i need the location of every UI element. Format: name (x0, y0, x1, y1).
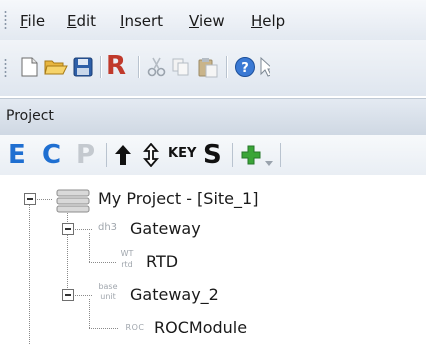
tree-connector (75, 229, 93, 230)
wt-tag-bottom: rtd (121, 260, 133, 269)
project-toolbar: E C P KEY S (0, 135, 426, 175)
cut-icon[interactable] (146, 56, 168, 78)
tree-item-gateway[interactable]: Gateway (130, 219, 201, 238)
toolbar-separator (226, 56, 227, 78)
tree-connector (29, 205, 30, 345)
tree-connector (75, 295, 93, 296)
tree-connector (89, 233, 90, 263)
add-dropdown-icon[interactable] (265, 152, 273, 166)
toolbar-separator (100, 56, 101, 78)
toolbar-separator (280, 143, 281, 167)
tree-connector (89, 299, 90, 328)
menu-file[interactable]: File (20, 12, 45, 30)
add-icon[interactable] (240, 144, 262, 166)
toolbar-grip[interactable] (4, 58, 7, 78)
paste-icon[interactable] (196, 56, 218, 78)
menu-help[interactable]: Help (251, 12, 285, 30)
svg-text:?: ? (241, 61, 249, 76)
menu-view[interactable]: View (189, 12, 225, 30)
main-toolbar: R ? (0, 40, 426, 96)
open-folder-icon[interactable] (44, 56, 68, 78)
toolbar-separator (138, 56, 139, 78)
p-button[interactable]: P (76, 140, 95, 170)
base-tag-top: base (98, 282, 118, 291)
server-stack-icon (56, 189, 90, 213)
save-icon[interactable] (72, 56, 94, 78)
r-icon[interactable]: R (106, 52, 132, 80)
c-button[interactable]: C (42, 140, 61, 170)
tree-item-gateway-2[interactable]: Gateway_2 (130, 285, 219, 304)
pointer-icon[interactable] (258, 56, 270, 78)
up-arrow-icon[interactable] (113, 143, 133, 167)
key-button[interactable]: KEY (168, 146, 196, 161)
move-updown-icon[interactable] (141, 142, 161, 168)
tree-connector (37, 199, 53, 200)
tree-item-rocmodule[interactable]: ROCModule (154, 318, 247, 337)
help-icon[interactable]: ? (234, 56, 256, 78)
menu-edit[interactable]: Edit (67, 12, 96, 30)
menu-bar: File Edit Insert View Help (0, 0, 426, 40)
new-file-icon[interactable] (18, 56, 40, 78)
root-collapse-toggle[interactable] (24, 193, 36, 205)
menu-insert[interactable]: Insert (120, 12, 163, 30)
wt-rtd-icon: WT rtd (118, 250, 136, 272)
toolbar-separator (106, 143, 107, 167)
s-button[interactable]: S (203, 140, 222, 170)
base-unit-icon: base unit (96, 283, 120, 305)
r-icon-letter: R (106, 51, 127, 81)
tree-connector (89, 328, 119, 329)
gateway-collapse-toggle[interactable] (62, 223, 74, 235)
project-tree: My Project - [Site_1] dh3 Gateway WT rtd… (0, 176, 426, 352)
dh3-icon: dh3 (98, 222, 118, 233)
e-button[interactable]: E (8, 140, 26, 170)
tree-item-rtd[interactable]: RTD (146, 252, 178, 271)
menubar-grip[interactable] (4, 10, 7, 30)
wt-tag-top: WT (120, 249, 134, 258)
copy-icon[interactable] (170, 56, 192, 78)
project-panel-title: Project (6, 108, 54, 124)
tree-root-label[interactable]: My Project - [Site_1] (98, 189, 258, 208)
tree-connector (89, 262, 117, 263)
roc-icon: ROC (125, 323, 145, 332)
toolbar-separator (232, 143, 233, 167)
gateway2-collapse-toggle[interactable] (62, 289, 74, 301)
project-panel-header: Project (0, 98, 426, 135)
base-tag-bottom: unit (100, 292, 116, 301)
